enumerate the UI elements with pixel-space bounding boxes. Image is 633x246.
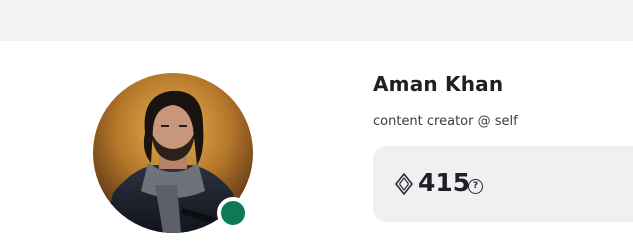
points-card: 415 ? xyxy=(373,146,633,222)
profile-avatar[interactable] xyxy=(93,73,253,233)
profile-bio: content creator @ self xyxy=(373,114,518,129)
gem-icon xyxy=(395,173,413,195)
points-value: 415 xyxy=(418,168,471,197)
profile-name: Aman Khan xyxy=(373,72,504,96)
header-band xyxy=(0,0,633,41)
help-icon[interactable]: ? xyxy=(468,179,483,194)
online-status-indicator xyxy=(217,197,249,229)
